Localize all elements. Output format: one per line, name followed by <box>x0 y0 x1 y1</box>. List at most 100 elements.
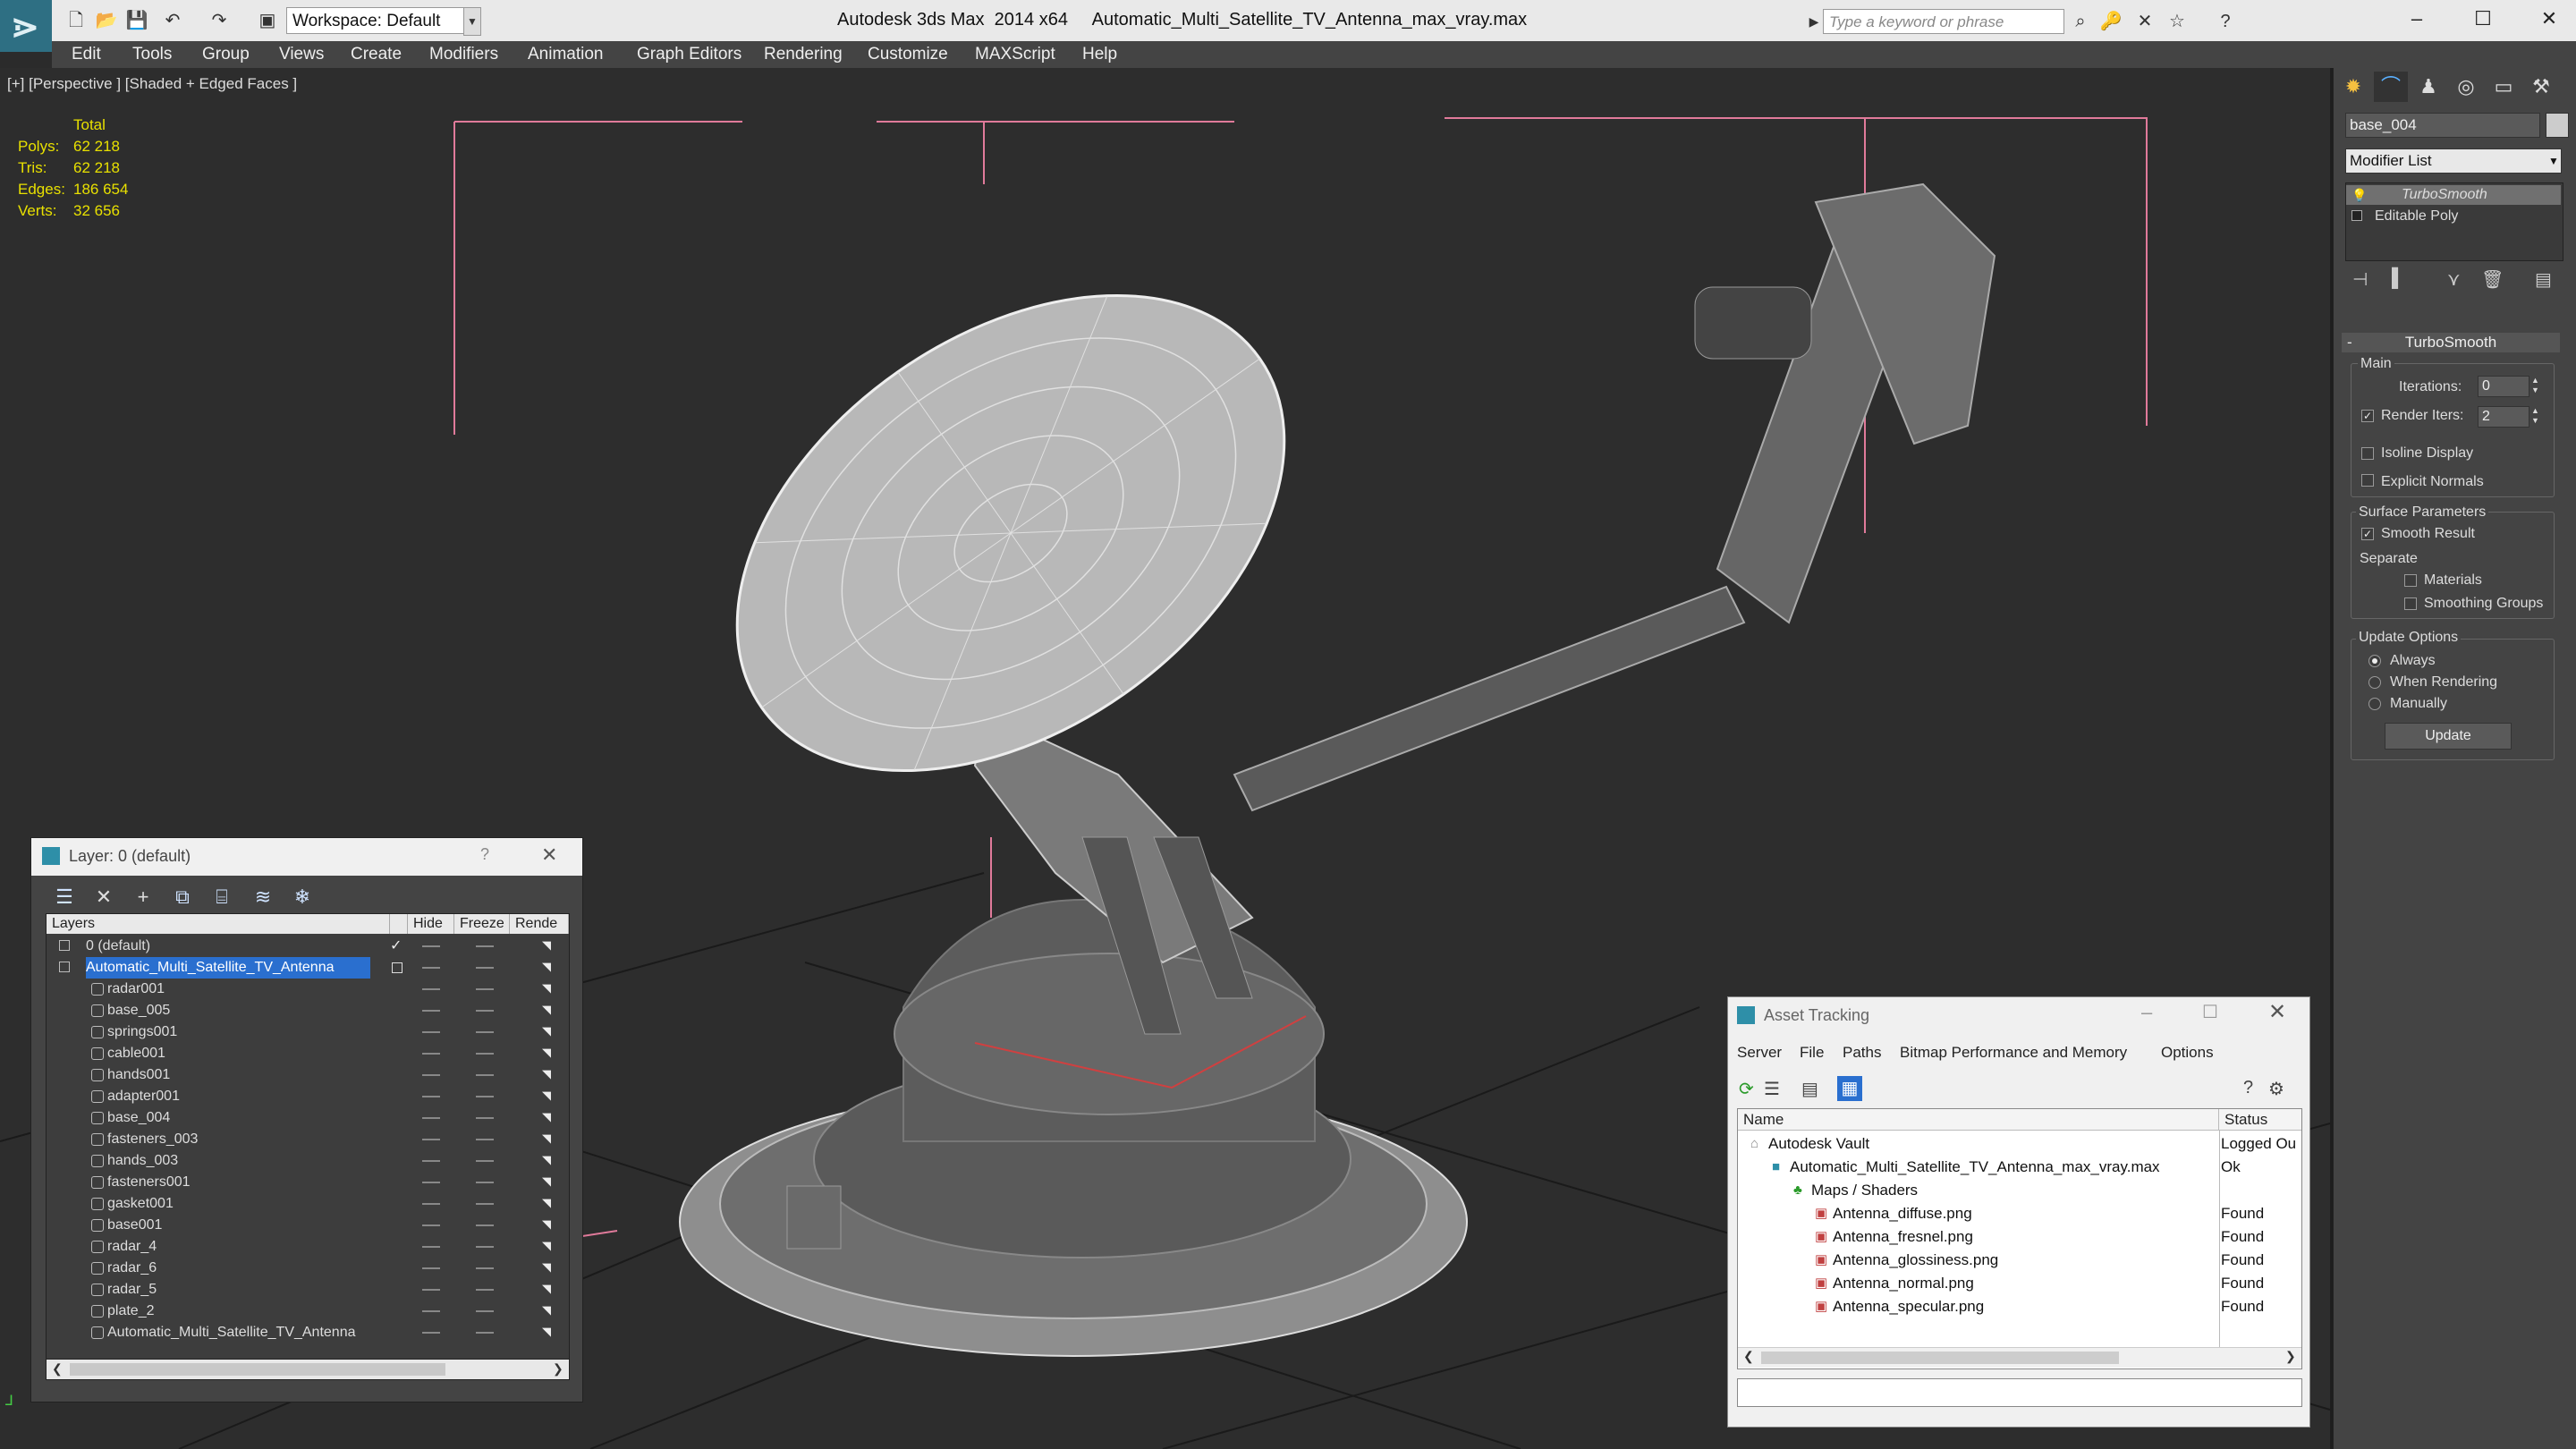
layer-object-row[interactable]: radar_4 ◥ <box>47 1236 569 1258</box>
remove-modifier-icon[interactable]: 🗑 <box>2481 268 2504 291</box>
render-iters-checkbox[interactable]: ✓ <box>2361 410 2374 422</box>
project-folder-icon[interactable]: ▣ <box>256 9 279 32</box>
show-end-result-icon[interactable]: ▌ <box>2392 268 2404 289</box>
layer-horizontal-scrollbar[interactable]: ❮ ❯ <box>46 1359 570 1380</box>
list-view-icon[interactable]: ☰ <box>1764 1078 1780 1100</box>
layer-object-row[interactable]: hands_003 ◥ <box>47 1150 569 1172</box>
hide-toggle[interactable] <box>422 988 440 990</box>
pin-stack-icon[interactable]: ⊣ <box>2352 268 2368 291</box>
hide-toggle[interactable] <box>422 1010 440 1012</box>
layer-object-row[interactable]: radar_6 ◥ <box>47 1258 569 1279</box>
menu-group[interactable]: Group <box>202 41 250 68</box>
layers-column-header[interactable]: Layers <box>47 914 390 934</box>
render-teapot-icon[interactable]: ◥ <box>542 1068 555 1080</box>
utilities-tab-icon[interactable]: ⚒ <box>2524 72 2558 102</box>
freeze-toggle[interactable] <box>476 945 494 947</box>
layer-object-row[interactable]: radar_5 ◥ <box>47 1279 569 1301</box>
layer-dialog-title-bar[interactable]: Layer: 0 (default) ? ✕ <box>31 838 582 876</box>
freeze-toggle[interactable] <box>476 967 494 969</box>
configure-modifier-sets-icon[interactable]: ▤ <box>2535 268 2552 291</box>
menu-edit[interactable]: Edit <box>72 41 101 68</box>
freeze-toggle[interactable] <box>476 1074 494 1076</box>
hide-toggle[interactable] <box>422 1289 440 1291</box>
hide-toggle[interactable] <box>422 1310 440 1312</box>
layer-object-row[interactable]: fasteners_003 ◥ <box>47 1129 569 1150</box>
modifier-list-dropdown[interactable]: Modifier List <box>2345 148 2562 174</box>
name-column-header[interactable]: Name <box>1738 1109 2219 1131</box>
freeze-toggle[interactable] <box>476 988 494 990</box>
freeze-toggle[interactable] <box>476 1310 494 1312</box>
status-column-header[interactable]: Status <box>2219 1109 2301 1131</box>
menu-views[interactable]: Views <box>279 41 324 68</box>
communication-center-icon[interactable]: ✕ <box>2132 9 2157 34</box>
object-name-field[interactable]: base_004 <box>2345 113 2540 138</box>
scroll-left-icon[interactable]: ❮ <box>1743 1349 1754 1364</box>
render-iters-spinner-arrows-icon[interactable]: ▲ ▼ <box>2531 406 2544 428</box>
asset-row[interactable]: ■ Automatic_Multi_Satellite_TV_Antenna_ma… <box>1738 1156 2301 1179</box>
undo-icon[interactable]: ↶ <box>161 9 184 32</box>
layer-row[interactable]: Automatic_Multi_Satellite_TV_Antenna ◥ <box>47 957 569 979</box>
menu-maxscript[interactable]: MAXScript <box>975 41 1055 68</box>
stack-item-turbosmooth[interactable]: 💡 TurboSmooth <box>2346 185 2561 205</box>
layer-object-row[interactable]: fasteners001 ◥ <box>47 1172 569 1193</box>
asset-row[interactable]: ⌂ Autodesk Vault Logged Ou <box>1738 1132 2301 1156</box>
make-unique-icon[interactable]: ⋎ <box>2447 268 2461 291</box>
layer-object-row[interactable]: radar001 ◥ <box>47 979 569 1000</box>
stack-item-editable-poly[interactable]: Editable Poly <box>2346 207 2561 226</box>
freeze-toggle[interactable] <box>476 1139 494 1140</box>
menu-create[interactable]: Create <box>351 41 402 68</box>
render-teapot-icon[interactable]: ◥ <box>542 1175 555 1188</box>
freeze-toggle[interactable] <box>476 1267 494 1269</box>
render-teapot-icon[interactable]: ◥ <box>542 961 555 973</box>
freeze-toggle[interactable] <box>476 1182 494 1183</box>
render-teapot-icon[interactable]: ◥ <box>542 1111 555 1123</box>
layer-object-row[interactable]: base_005 ◥ <box>47 1000 569 1021</box>
hide-toggle[interactable] <box>422 1267 440 1269</box>
close-window-button[interactable]: ✕ <box>2531 5 2567 32</box>
menu-rendering[interactable]: Rendering <box>764 41 843 68</box>
hide-toggle[interactable] <box>422 1139 440 1140</box>
asset-menu-paths[interactable]: Paths <box>1843 1044 1881 1062</box>
render-teapot-icon[interactable]: ◥ <box>542 1218 555 1231</box>
scroll-left-icon[interactable]: ❮ <box>52 1361 63 1377</box>
display-tab-icon[interactable]: ▭ <box>2487 72 2521 102</box>
iterations-spinner-arrows-icon[interactable]: ▲ ▼ <box>2531 376 2544 397</box>
menu-help[interactable]: Help <box>1082 41 1117 68</box>
workspace-dropdown[interactable]: Workspace: Default <box>286 7 465 34</box>
redo-icon[interactable]: ↷ <box>208 9 231 32</box>
render-teapot-icon[interactable]: ◥ <box>542 1132 555 1145</box>
asset-row[interactable]: ♣ Maps / Shaders <box>1738 1179 2301 1202</box>
render-teapot-icon[interactable]: ◥ <box>542 1240 555 1252</box>
hide-toggle[interactable] <box>422 1053 440 1055</box>
object-color-swatch[interactable] <box>2546 113 2569 138</box>
app-logo[interactable]: ⋗ <box>0 0 52 52</box>
maximize-window-button[interactable]: ☐ <box>2465 5 2501 32</box>
delete-layer-icon[interactable]: ✕ <box>89 883 119 911</box>
render-teapot-icon[interactable]: ◥ <box>542 1197 555 1209</box>
render-teapot-icon[interactable]: ◥ <box>542 1283 555 1295</box>
hide-toggle[interactable] <box>422 1182 440 1183</box>
minimize-window-button[interactable]: – <box>2399 5 2435 32</box>
layer-row[interactable]: 0 (default) ✓ ◥ <box>47 936 569 957</box>
asset-horizontal-scrollbar[interactable]: ❮ ❯ <box>1738 1347 2301 1368</box>
iterations-spinner[interactable]: 0 <box>2478 376 2529 397</box>
render-teapot-icon[interactable]: ◥ <box>542 1046 555 1059</box>
menu-modifiers[interactable]: Modifiers <box>429 41 498 68</box>
asset-menu-bitmap-performance[interactable]: Bitmap Performance and Memory <box>1900 1044 2127 1062</box>
layer-object-row[interactable]: base001 ◥ <box>47 1215 569 1236</box>
menu-graph-editors[interactable]: Graph Editors <box>637 41 741 68</box>
freeze-toggle[interactable] <box>476 1332 494 1334</box>
menu-tools[interactable]: Tools <box>132 41 172 68</box>
freeze-toggle[interactable] <box>476 1289 494 1291</box>
freeze-column-header[interactable]: Freeze <box>454 914 510 934</box>
layer-object-row[interactable]: hands001 ◥ <box>47 1064 569 1086</box>
minimize-dialog-icon[interactable]: – <box>2141 1001 2152 1024</box>
hide-column-header[interactable]: Hide <box>408 914 454 934</box>
when-rendering-radio[interactable] <box>2368 676 2381 689</box>
always-radio[interactable] <box>2368 655 2381 667</box>
hide-unhide-all-icon[interactable]: ≋ <box>248 883 278 911</box>
modifier-list-arrow-icon[interactable]: ▼ <box>2546 148 2562 174</box>
render-teapot-icon[interactable]: ◥ <box>542 1261 555 1274</box>
subscription-icon[interactable]: 🔑 <box>2098 9 2123 34</box>
render-teapot-icon[interactable]: ◥ <box>542 1025 555 1038</box>
